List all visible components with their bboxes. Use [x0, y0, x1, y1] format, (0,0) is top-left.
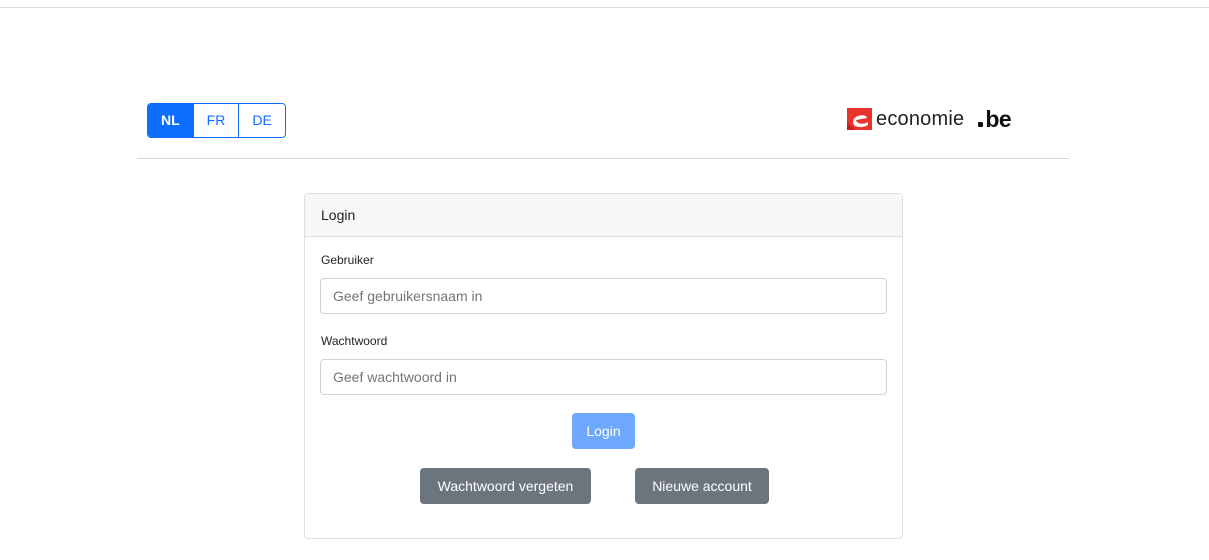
- login-card: Login Gebruiker Wachtwoord Login Wachtwo…: [304, 193, 903, 539]
- economie-be-logo[interactable]: economie be: [847, 101, 1012, 137]
- lang-nl-button[interactable]: NL: [148, 104, 193, 137]
- username-label: Gebruiker: [321, 253, 374, 267]
- brand-tld-text: be: [985, 105, 1012, 132]
- top-divider: [0, 7, 1209, 8]
- economie-e-logo-icon: [847, 108, 872, 130]
- new-account-button[interactable]: Nieuwe account: [635, 468, 769, 504]
- brand-tld: be: [978, 105, 1012, 133]
- brand-dot: [978, 121, 984, 127]
- language-switcher: NL FR DE: [147, 103, 286, 138]
- card-title: Login: [305, 194, 902, 237]
- password-input[interactable]: [320, 359, 887, 395]
- password-label: Wachtwoord: [321, 334, 388, 348]
- page-header: NL FR DE economie be: [137, 101, 1069, 159]
- username-input[interactable]: [320, 278, 887, 314]
- brand-word: economie: [876, 107, 965, 130]
- forgot-password-button[interactable]: Wachtwoord vergeten: [420, 468, 591, 504]
- lang-de-button[interactable]: DE: [238, 104, 285, 137]
- login-button[interactable]: Login: [572, 413, 635, 449]
- lang-fr-button[interactable]: FR: [192, 104, 239, 137]
